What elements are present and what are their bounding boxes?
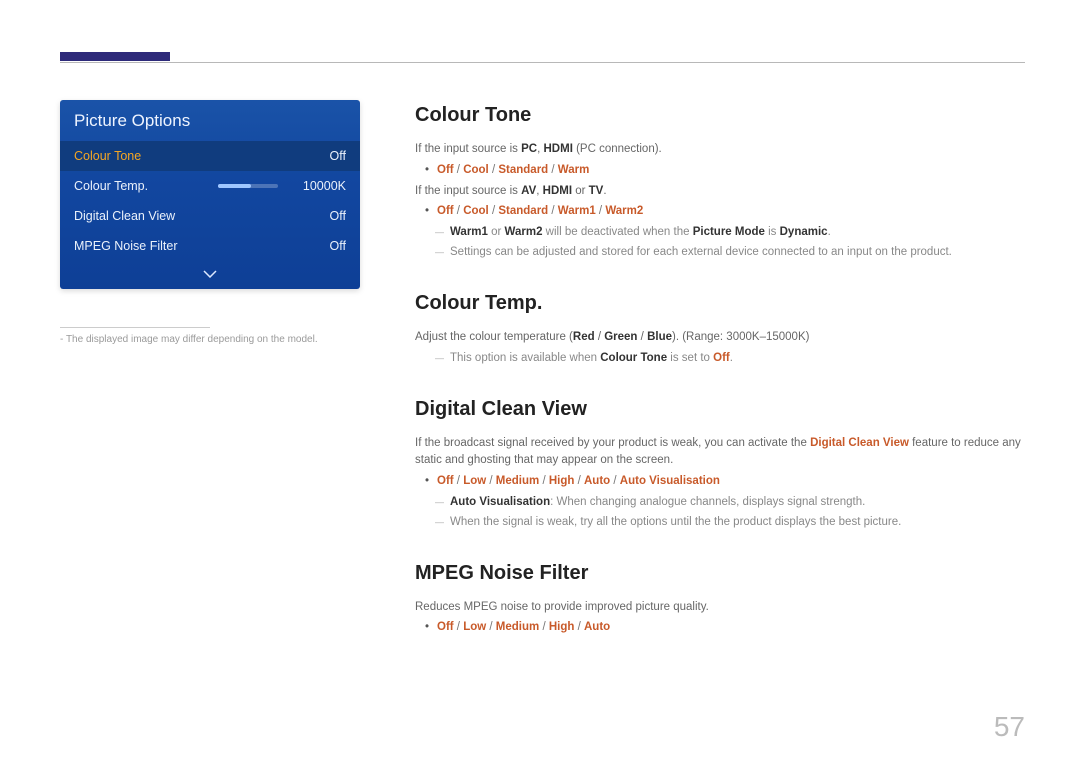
option-list: Off / Low / Medium / High / Auto / Auto … <box>415 473 1025 491</box>
row-label: Colour Temp. <box>74 179 218 193</box>
heading-colour-tone: Colour Tone <box>415 100 1025 131</box>
note: When the signal is weak, try all the opt… <box>415 514 1025 532</box>
panel-row-colour-temp[interactable]: Colour Temp. 10000K <box>60 171 360 201</box>
row-label: MPEG Noise Filter <box>74 239 286 253</box>
row-label: Colour Tone <box>74 149 286 163</box>
heading-digital-clean-view: Digital Clean View <box>415 394 1025 425</box>
text: Adjust the colour temperature (Red / Gre… <box>415 329 1025 347</box>
header-accent <box>60 52 170 61</box>
option-list: Off / Cool / Standard / Warm <box>415 162 1025 180</box>
note: This option is available when Colour Ton… <box>415 350 1025 368</box>
row-value: Off <box>286 149 346 163</box>
panel-title: Picture Options <box>60 100 360 141</box>
content-column: Colour Tone If the input source is PC, H… <box>415 100 1025 640</box>
header-rule <box>60 62 1025 63</box>
note: Settings can be adjusted and stored for … <box>415 244 1025 262</box>
text: If the input source is AV, HDMI or TV. <box>415 183 1025 201</box>
page-number: 57 <box>994 711 1025 743</box>
picture-options-panel: Picture Options Colour Tone Off Colour T… <box>60 100 360 289</box>
panel-caption: - The displayed image may differ dependi… <box>60 327 360 347</box>
heading-colour-temp: Colour Temp. <box>415 288 1025 319</box>
panel-row-digital-clean-view[interactable]: Digital Clean View Off <box>60 201 360 231</box>
slider-icon <box>218 184 278 188</box>
row-value: Off <box>286 239 346 253</box>
note: Auto Visualisation: When changing analog… <box>415 494 1025 512</box>
option-list: Off / Cool / Standard / Warm1 / Warm2 <box>415 203 1025 221</box>
text: If the input source is PC, HDMI (PC conn… <box>415 141 1025 159</box>
panel-row-colour-tone[interactable]: Colour Tone Off <box>60 141 360 171</box>
text: Reduces MPEG noise to provide improved p… <box>415 599 1025 617</box>
option-list: Off / Low / Medium / High / Auto <box>415 619 1025 637</box>
note: Warm1 or Warm2 will be deactivated when … <box>415 224 1025 242</box>
panel-row-mpeg-noise-filter[interactable]: MPEG Noise Filter Off <box>60 231 360 261</box>
chevron-down-icon[interactable] <box>60 261 360 289</box>
left-column: Picture Options Colour Tone Off Colour T… <box>60 100 360 640</box>
row-value: Off <box>286 209 346 223</box>
row-label: Digital Clean View <box>74 209 286 223</box>
row-value: 10000K <box>286 179 346 193</box>
text: If the broadcast signal received by your… <box>415 435 1025 471</box>
heading-mpeg-noise-filter: MPEG Noise Filter <box>415 558 1025 589</box>
